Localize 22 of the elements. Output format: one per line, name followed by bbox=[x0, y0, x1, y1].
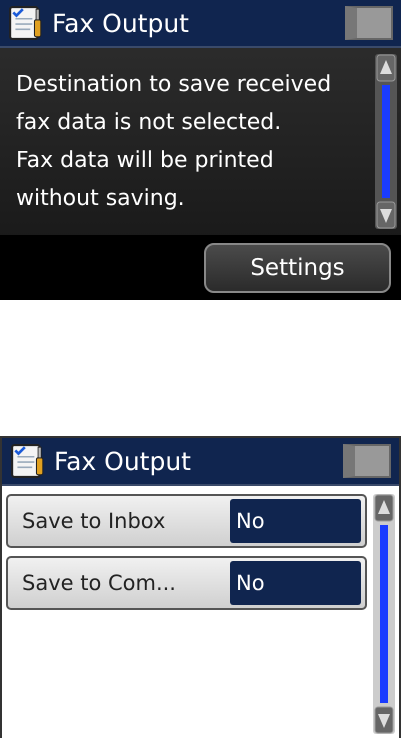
scroll-down-icon[interactable] bbox=[376, 201, 396, 229]
scroll-down-icon[interactable] bbox=[374, 706, 394, 734]
settings-button[interactable]: Settings bbox=[204, 242, 391, 292]
scroll-thumb[interactable] bbox=[380, 525, 388, 703]
setting-value: No bbox=[230, 561, 361, 605]
scroll-bar[interactable] bbox=[375, 54, 397, 229]
setting-row[interactable]: Save to Inbox No bbox=[6, 494, 367, 548]
status-indicator bbox=[343, 444, 391, 478]
scroll-bar[interactable] bbox=[373, 494, 395, 734]
setting-label: Save to Com... bbox=[21, 570, 177, 597]
setting-row[interactable]: Save to Com... No bbox=[6, 556, 367, 610]
setting-label: Save to Inbox bbox=[21, 508, 166, 535]
setting-value: No bbox=[230, 499, 361, 543]
scroll-up-icon[interactable] bbox=[374, 494, 394, 522]
document-check-icon bbox=[8, 5, 44, 41]
status-indicator bbox=[345, 6, 393, 40]
scroll-up-icon[interactable] bbox=[376, 54, 396, 82]
message-text: Destination to save received fax data is not selected. Fax data will be printed without saving. bbox=[16, 70, 332, 212]
screen-title: Fax Output bbox=[54, 446, 192, 476]
screen-title: Fax Output bbox=[52, 8, 190, 38]
scroll-thumb[interactable] bbox=[382, 85, 390, 198]
document-check-icon bbox=[10, 443, 46, 479]
